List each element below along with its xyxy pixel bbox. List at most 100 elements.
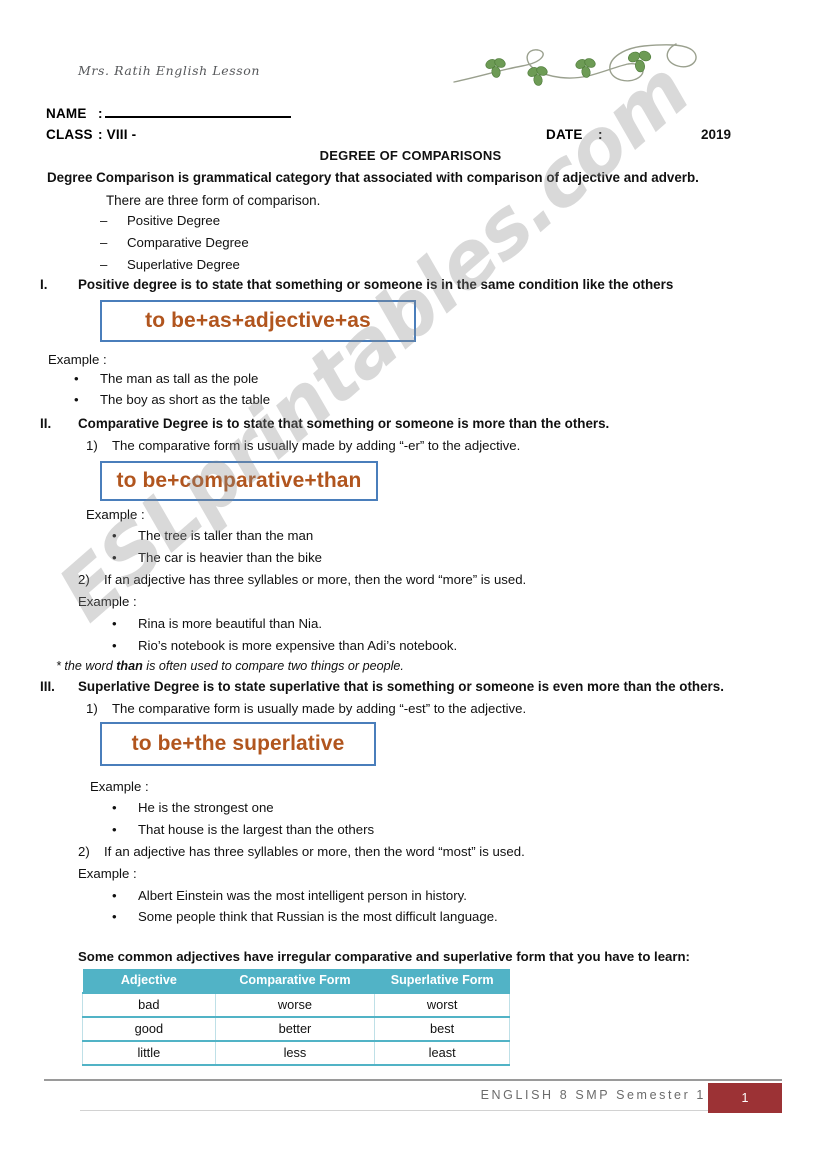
shamrock-vine-decoration: [452, 36, 712, 98]
cell-superlative: least: [374, 1041, 510, 1066]
bullet-icon: •: [74, 371, 79, 386]
formula-text: to be+the superlative: [131, 732, 345, 755]
example-item: • The tree is taller than the man: [112, 528, 313, 543]
section-numeral: III.: [40, 679, 55, 694]
note-prefix: * the word: [56, 659, 117, 673]
bullet-icon: •: [112, 616, 117, 631]
column-header-comparative: Comparative Form: [215, 969, 375, 993]
example-item: • That house is the largest than the othe…: [112, 822, 374, 837]
bullet-icon: •: [74, 392, 79, 407]
class-label: CLASS: [46, 127, 93, 142]
bullet-icon: •: [112, 800, 117, 815]
table-header-row: Adjective Comparative Form Superlative F…: [82, 969, 510, 993]
example-item: • Rina is more beautiful than Nia.: [112, 616, 322, 631]
section-numeral: I.: [40, 277, 48, 292]
example-label-iii-2: Example :: [78, 866, 137, 881]
rule-item-ii-2: 2) If an adjective has three syllables or…: [78, 572, 526, 587]
example-text: Some people think that Russian is the mo…: [138, 909, 498, 924]
footer-divider-bottom: [80, 1110, 710, 1111]
form-list-item-superlative: – Superlative Degree: [100, 257, 240, 272]
footer-label: ENGLISH 8 SMP Semester 1: [480, 1088, 706, 1102]
cell-comparative: less: [214, 1041, 376, 1066]
table-row: bad worse worst: [82, 992, 510, 1018]
section-heading-ii: II. Comparative Degree is to state that s…: [40, 416, 609, 431]
formula-text: to be+comparative+than: [116, 469, 362, 492]
year-value: 2019: [701, 127, 732, 142]
name-blank-line[interactable]: [104, 105, 291, 118]
rule-number: 2): [78, 844, 90, 859]
intro-line: There are three form of comparison.: [106, 193, 321, 208]
example-text: The car is heavier than the bike: [138, 550, 322, 565]
formula-text: to be+as+adjective+as: [145, 309, 371, 332]
rule-text: If an adjective has three syllables or m…: [104, 572, 527, 587]
bullet-icon: •: [112, 822, 117, 837]
name-field-row: NAME:: [46, 105, 291, 121]
note-suffix: is often used to compare two things or p…: [142, 659, 404, 673]
note-bold-word: than: [116, 659, 143, 673]
cell-adjective: good: [82, 1017, 216, 1042]
name-label: NAME: [46, 106, 87, 121]
worksheet-page: Mrs. Ratih English Lesson NAME: CLASS:…: [0, 0, 821, 1161]
bullet-icon: •: [112, 550, 117, 565]
cell-adjective: bad: [82, 992, 216, 1018]
example-label-i: Example :: [48, 352, 107, 367]
dash-marker: –: [100, 213, 108, 228]
date-label: DATE: [546, 127, 583, 142]
dash-marker: –: [100, 235, 108, 250]
rule-item-iii-2: 2) If an adjective has three syllables or…: [78, 844, 525, 859]
rule-number: 2): [78, 572, 90, 587]
example-text: Rio’s notebook is more expensive than Ad…: [138, 638, 458, 653]
rule-item-ii-1: 1) The comparative form is usually made b…: [86, 438, 520, 453]
cell-superlative: worst: [374, 992, 510, 1018]
form-list-item-comparative: – Comparative Degree: [100, 235, 249, 250]
lead-paragraph: Degree Comparison is grammatical categor…: [47, 170, 699, 185]
example-item: • Some people think that Russian is the m…: [112, 909, 498, 924]
section-heading-iii: III. Superlative Degree is to state super…: [40, 679, 724, 694]
column-header-superlative: Superlative Form: [374, 969, 510, 993]
class-value[interactable]: : VIII -: [98, 127, 136, 142]
example-item: • He is the strongest one: [112, 800, 274, 815]
footer-divider-top: [44, 1079, 782, 1081]
form-list-item-positive: – Positive Degree: [100, 213, 220, 228]
example-item: • Rio’s notebook is more expensive than A…: [112, 638, 457, 653]
example-text: Rina is more beautiful than Nia.: [138, 616, 322, 631]
cell-adjective: little: [82, 1041, 216, 1066]
teacher-note: Mrs. Ratih English Lesson: [78, 63, 261, 78]
class-field-row: CLASS : VIII -: [46, 127, 136, 142]
formula-box-comparative: to be+comparative+than: [100, 461, 378, 501]
table-caption: Some common adjectives have irregular co…: [78, 949, 690, 964]
example-item: • The car is heavier than the bike: [112, 550, 322, 565]
rule-number: 1): [86, 438, 98, 453]
example-text: The man as tall as the pole: [100, 371, 259, 386]
than-usage-note: * the word than is often used to compare…: [56, 659, 404, 673]
column-header-adjective: Adjective: [82, 969, 216, 993]
form-label: Superlative Degree: [127, 257, 240, 272]
section-heading-text: Positive degree is to state that somethi…: [78, 277, 674, 292]
example-text: That house is the largest than the other…: [138, 822, 375, 837]
bullet-icon: •: [112, 888, 117, 903]
form-label: Comparative Degree: [127, 235, 249, 250]
example-label-iii-1: Example :: [90, 779, 149, 794]
example-item: • The boy as short as the table: [74, 392, 270, 407]
page-number-badge: 1: [708, 1083, 782, 1113]
section-heading-text: Superlative Degree is to state superlati…: [78, 679, 724, 694]
cell-superlative: best: [374, 1017, 510, 1042]
example-item: • Albert Einstein was the most intelligen…: [112, 888, 467, 903]
example-label-ii-2: Example :: [78, 594, 137, 609]
page-footer: ENGLISH 8 SMP Semester 1: [0, 1079, 821, 1129]
formula-box-superlative: to be+the superlative: [100, 722, 376, 766]
example-text: Albert Einstein was the most intelligent…: [138, 888, 467, 903]
rule-text: The comparative form is usually made by …: [112, 438, 521, 453]
dash-marker: –: [100, 257, 108, 272]
rule-number: 1): [86, 701, 98, 716]
formula-box-positive: to be+as+adjective+as: [100, 300, 416, 342]
name-colon: :: [98, 106, 103, 121]
table-row: good better best: [82, 1017, 510, 1042]
example-text: The boy as short as the table: [100, 392, 271, 407]
cell-comparative: better: [214, 1017, 376, 1042]
bullet-icon: •: [112, 638, 117, 653]
section-heading-i: I. Positive degree is to state that somet…: [40, 277, 673, 292]
irregular-adjectives-table: Adjective Comparative Form Superlative F…: [82, 969, 510, 1066]
date-colon: :: [598, 127, 603, 142]
section-numeral: II.: [40, 416, 52, 431]
